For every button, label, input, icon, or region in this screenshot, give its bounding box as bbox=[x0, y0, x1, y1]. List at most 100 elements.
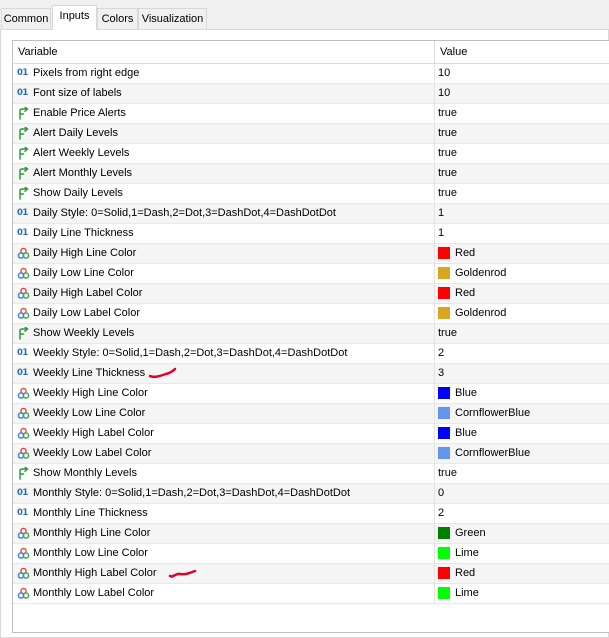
value-field[interactable]: Blue bbox=[455, 384, 477, 403]
value-field[interactable]: Goldenrod bbox=[455, 304, 506, 323]
table-row[interactable]: Weekly Low Line Color CornflowerBlue bbox=[13, 404, 609, 424]
value-field[interactable]: 10 bbox=[438, 64, 450, 83]
tab-colors[interactable]: Colors bbox=[97, 8, 138, 29]
column-divider bbox=[434, 464, 435, 484]
table-row[interactable]: Monthly High Label Color Red bbox=[13, 564, 609, 584]
column-divider bbox=[434, 84, 435, 104]
value-field[interactable]: 2 bbox=[438, 504, 444, 523]
table-row[interactable]: Monthly Low Label Color Lime bbox=[13, 584, 609, 604]
variable-name: Daily Low Label Color bbox=[33, 307, 140, 319]
column-divider bbox=[434, 344, 435, 364]
value-field[interactable]: Red bbox=[455, 284, 475, 303]
column-divider bbox=[434, 484, 435, 504]
variable-name: Weekly High Line Color bbox=[33, 387, 148, 399]
value-field[interactable]: CornflowerBlue bbox=[455, 404, 530, 423]
table-row[interactable]: Daily Low Label Color Goldenrod bbox=[13, 304, 609, 324]
variable-name: Monthly High Line Color bbox=[33, 527, 151, 539]
column-divider bbox=[434, 504, 435, 524]
table-row[interactable]: Weekly High Line Color Blue bbox=[13, 384, 609, 404]
column-divider bbox=[434, 584, 435, 604]
color-swatch[interactable] bbox=[438, 387, 450, 399]
value-field[interactable]: Lime bbox=[455, 584, 479, 603]
table-row[interactable]: Show Weekly Levels true bbox=[13, 324, 609, 344]
variable-name: Monthly Low Label Color bbox=[33, 587, 155, 599]
variable-name: Alert Daily Levels bbox=[33, 127, 118, 139]
color-swatch[interactable] bbox=[438, 307, 450, 319]
color-swatch[interactable] bbox=[438, 567, 450, 579]
int-type-icon: 01 bbox=[17, 228, 28, 238]
color-swatch[interactable] bbox=[438, 427, 450, 439]
annotation-mark-weekly-thickness bbox=[148, 367, 177, 379]
value-field[interactable]: Goldenrod bbox=[455, 264, 506, 283]
color-type-icon bbox=[17, 567, 30, 580]
value-field[interactable]: CornflowerBlue bbox=[455, 444, 530, 463]
value-field[interactable]: true bbox=[438, 144, 457, 163]
column-divider bbox=[434, 384, 435, 404]
value-field[interactable]: 0 bbox=[438, 484, 444, 503]
color-swatch[interactable] bbox=[438, 547, 450, 559]
color-swatch[interactable] bbox=[438, 447, 450, 459]
table-row[interactable]: 01 Daily Style: 0=Solid,1=Dash,2=Dot,3=Da… bbox=[13, 204, 609, 224]
table-row[interactable]: 01 Monthly Style: 0=Solid,1=Dash,2=Dot,3=… bbox=[13, 484, 609, 504]
column-divider bbox=[434, 284, 435, 304]
column-divider bbox=[434, 144, 435, 164]
color-swatch[interactable] bbox=[438, 587, 450, 599]
column-divider bbox=[434, 304, 435, 324]
variable-name: Show Daily Levels bbox=[33, 187, 123, 199]
table-row[interactable]: Weekly Low Label Color CornflowerBlue bbox=[13, 444, 609, 464]
column-divider[interactable] bbox=[434, 41, 435, 63]
bool-type-icon bbox=[17, 146, 30, 160]
tab-inputs[interactable]: Inputs bbox=[52, 5, 97, 30]
table-row[interactable]: 01 Weekly Line Thickness 3 bbox=[13, 364, 609, 384]
column-header-value[interactable]: Value bbox=[440, 41, 467, 63]
tab-visualization[interactable]: Visualization bbox=[138, 8, 207, 29]
color-swatch[interactable] bbox=[438, 267, 450, 279]
table-row[interactable]: 01 Monthly Line Thickness 2 bbox=[13, 504, 609, 524]
table-row[interactable]: Alert Monthly Levels true bbox=[13, 164, 609, 184]
column-header-variable[interactable]: Variable bbox=[18, 41, 58, 63]
value-field[interactable]: 1 bbox=[438, 204, 444, 223]
value-field[interactable]: 1 bbox=[438, 224, 444, 243]
value-field[interactable]: 10 bbox=[438, 84, 450, 103]
value-field[interactable]: true bbox=[438, 184, 457, 203]
table-row[interactable]: Daily High Label Color Red bbox=[13, 284, 609, 304]
color-swatch[interactable] bbox=[438, 407, 450, 419]
value-field[interactable]: Lime bbox=[455, 544, 479, 563]
table-row[interactable]: 01 Pixels from right edge 10 bbox=[13, 64, 609, 84]
column-divider bbox=[434, 224, 435, 244]
value-field[interactable]: Blue bbox=[455, 424, 477, 443]
value-field[interactable]: true bbox=[438, 464, 457, 483]
table-row[interactable]: 01 Font size of labels 10 bbox=[13, 84, 609, 104]
int-type-icon: 01 bbox=[17, 208, 28, 218]
table-row[interactable]: Show Daily Levels true bbox=[13, 184, 609, 204]
value-field[interactable]: true bbox=[438, 164, 457, 183]
value-field[interactable]: Green bbox=[455, 524, 486, 543]
table-row[interactable]: Monthly Low Line Color Lime bbox=[13, 544, 609, 564]
table-row[interactable]: Daily Low Line Color Goldenrod bbox=[13, 264, 609, 284]
bool-type-icon bbox=[17, 166, 30, 180]
color-swatch[interactable] bbox=[438, 287, 450, 299]
value-field[interactable]: Red bbox=[455, 244, 475, 263]
table-row[interactable]: Monthly High Line Color Green bbox=[13, 524, 609, 544]
table-row[interactable]: Weekly High Label Color Blue bbox=[13, 424, 609, 444]
table-row[interactable]: Alert Weekly Levels true bbox=[13, 144, 609, 164]
value-field[interactable]: 3 bbox=[438, 364, 444, 383]
table-row[interactable]: 01 Weekly Style: 0=Solid,1=Dash,2=Dot,3=D… bbox=[13, 344, 609, 364]
table-row[interactable]: Daily High Line Color Red bbox=[13, 244, 609, 264]
color-swatch[interactable] bbox=[438, 527, 450, 539]
color-swatch[interactable] bbox=[438, 247, 450, 259]
value-field[interactable]: true bbox=[438, 104, 457, 123]
bool-type-icon bbox=[17, 326, 30, 340]
column-divider bbox=[434, 64, 435, 84]
value-field[interactable]: 2 bbox=[438, 344, 444, 363]
table-row[interactable]: Show Monthly Levels true bbox=[13, 464, 609, 484]
variable-name: Weekly Line Thickness bbox=[33, 367, 146, 379]
tab-common[interactable]: Common bbox=[1, 8, 51, 29]
variable-name: Show Weekly Levels bbox=[33, 327, 135, 339]
table-row[interactable]: Alert Daily Levels true bbox=[13, 124, 609, 144]
table-row[interactable]: Enable Price Alerts true bbox=[13, 104, 609, 124]
value-field[interactable]: true bbox=[438, 324, 457, 343]
table-row[interactable]: 01 Daily Line Thickness 1 bbox=[13, 224, 609, 244]
value-field[interactable]: true bbox=[438, 124, 457, 143]
value-field[interactable]: Red bbox=[455, 564, 475, 583]
